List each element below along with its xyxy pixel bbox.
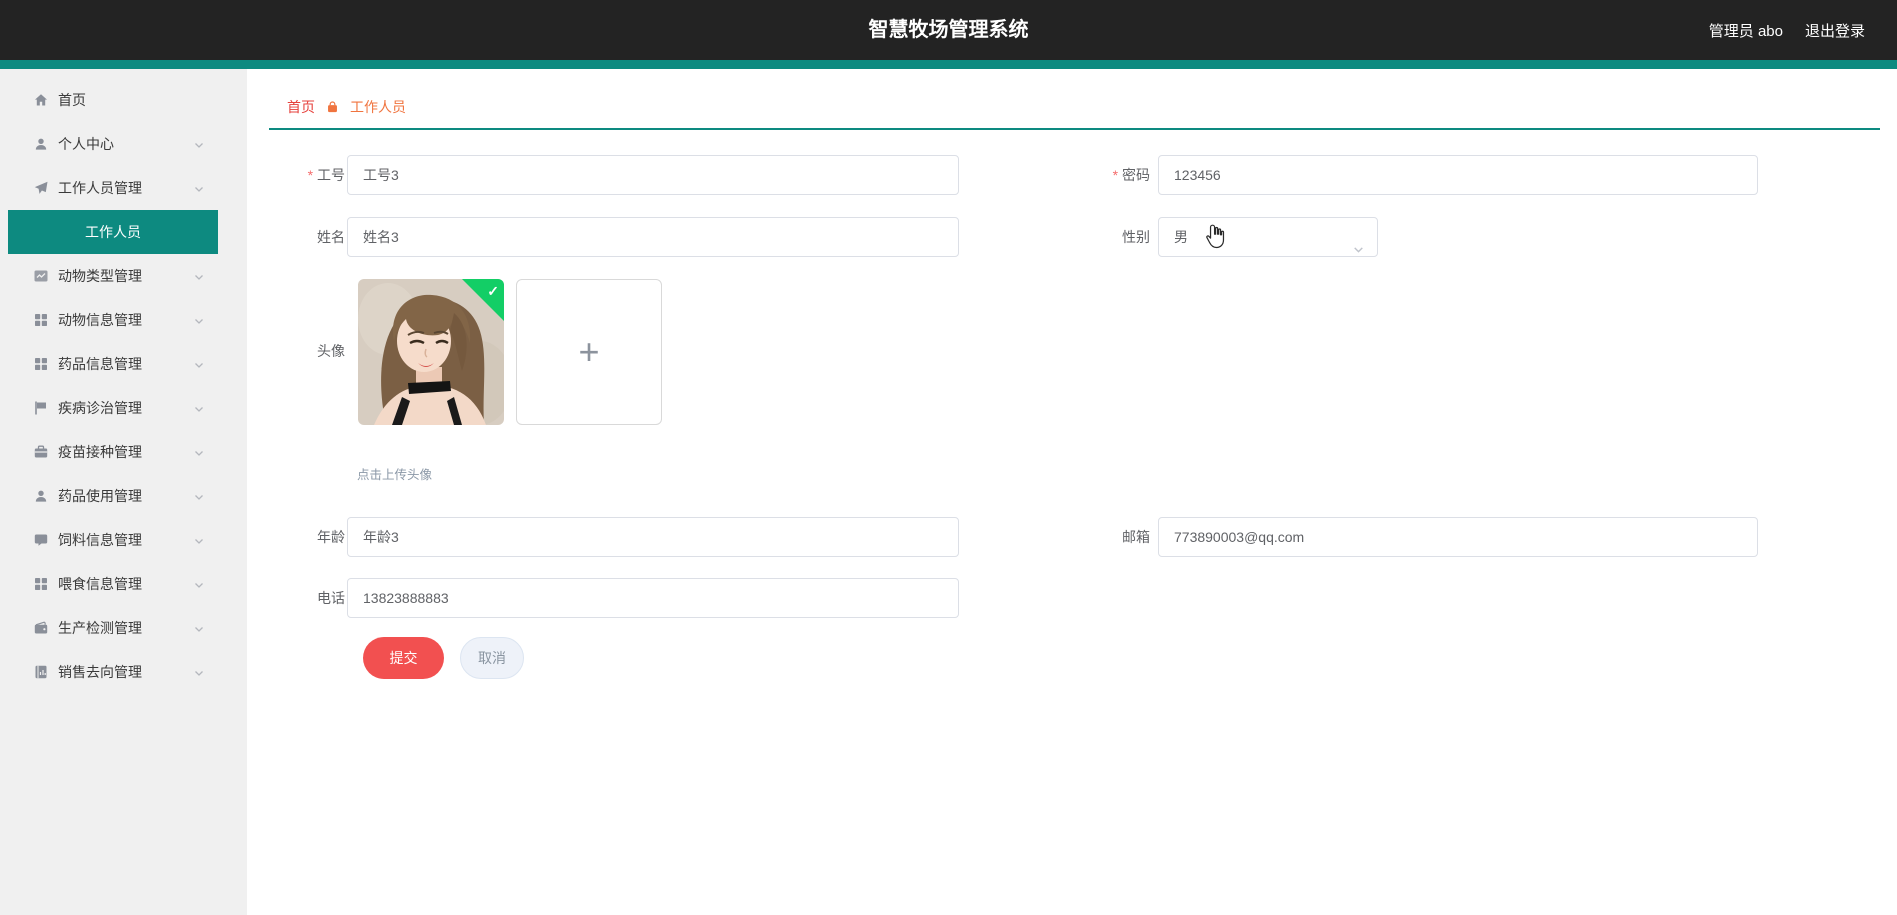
breadcrumb-current: 工作人员 — [350, 99, 406, 115]
check-icon: ✓ — [487, 283, 499, 299]
user-icon — [33, 136, 49, 152]
sidebar-item-home[interactable]: 首页 — [0, 78, 247, 122]
avatar-label: 头像 — [317, 343, 345, 359]
flag-icon — [33, 400, 49, 416]
app-title: 智慧牧场管理系统 — [868, 19, 1029, 41]
cancel-button[interactable]: 取消 — [460, 637, 524, 679]
suitcase-icon — [33, 444, 49, 460]
phone-field[interactable] — [347, 578, 959, 618]
email-label: 邮箱 — [1122, 529, 1150, 545]
breadcrumb: 首页 工作人员 — [287, 97, 406, 117]
admin-user-label: 管理员 abo — [1708, 22, 1783, 40]
sidebar-item-label: 疫苗接种管理 — [58, 444, 142, 460]
sidebar-item-label: 药品使用管理 — [58, 488, 142, 504]
logout-link[interactable]: 退出登录 — [1805, 20, 1865, 41]
chevron-down-icon — [193, 138, 205, 150]
send-icon — [33, 180, 49, 196]
sidebar-subitem-label: 工作人员 — [85, 224, 141, 240]
phone-label: 电话 — [317, 590, 345, 606]
breadcrumb-home-link[interactable]: 首页 — [287, 97, 315, 117]
sidebar-item-feeding-info[interactable]: 喂食信息管理 — [0, 562, 247, 606]
chevron-down-icon — [193, 314, 205, 326]
sidebar-item-disease-treatment[interactable]: 疾病诊治管理 — [0, 386, 247, 430]
chevron-down-icon — [193, 534, 205, 546]
sidebar-subitem-staff-active[interactable]: 工作人员 — [8, 210, 218, 254]
finance-icon — [33, 620, 49, 636]
employee-id-field[interactable] — [347, 155, 959, 195]
sidebar-item-sales-destination[interactable]: 销售去向管理 — [0, 650, 247, 694]
avatar-image[interactable]: ✓ — [358, 279, 504, 425]
grid-icon — [33, 312, 49, 328]
chevron-down-icon — [193, 490, 205, 502]
gender-select[interactable]: 男 — [1158, 217, 1378, 257]
trend-chart-icon — [33, 268, 49, 284]
sidebar-item-label: 个人中心 — [58, 136, 114, 152]
chevron-down-icon — [193, 402, 205, 414]
chevron-down-icon — [193, 578, 205, 590]
sidebar-item-medicine-usage[interactable]: 药品使用管理 — [0, 474, 247, 518]
gender-label: 性别 — [1122, 229, 1150, 245]
submit-button[interactable]: 提交 — [363, 637, 444, 679]
sidebar-item-label: 喂食信息管理 — [58, 576, 142, 592]
sidebar-item-personal-center[interactable]: 个人中心 — [0, 122, 247, 166]
sidebar-item-label: 动物信息管理 — [58, 312, 142, 328]
name-label: 姓名 — [317, 229, 345, 245]
sidebar-item-animal-info[interactable]: 动物信息管理 — [0, 298, 247, 342]
sidebar-item-vaccination[interactable]: 疫苗接种管理 — [0, 430, 247, 474]
home-icon — [33, 92, 49, 108]
breadcrumb-separator-bag-icon — [326, 101, 339, 114]
age-field[interactable] — [347, 517, 959, 557]
sidebar-item-label: 药品信息管理 — [58, 356, 142, 372]
chevron-down-icon — [193, 622, 205, 634]
chevron-down-icon — [193, 666, 205, 678]
user-solid-icon — [33, 488, 49, 504]
app-header: 智慧牧场管理系统 管理员 abo 退出登录 — [0, 0, 1897, 60]
chevron-down-icon — [193, 182, 205, 194]
chevron-down-icon — [1352, 232, 1365, 253]
notebook-icon — [33, 664, 49, 680]
password-field[interactable] — [1158, 155, 1758, 195]
sidebar-item-label: 首页 — [58, 92, 86, 108]
breadcrumb-underline — [269, 128, 1880, 130]
sidebar-item-label: 工作人员管理 — [58, 180, 142, 196]
sidebar-item-label: 销售去向管理 — [58, 664, 142, 680]
age-label: 年龄 — [317, 529, 345, 545]
sidebar-item-feed-info[interactable]: 饲料信息管理 — [0, 518, 247, 562]
password-label: 密码 — [1050, 155, 1150, 195]
name-field[interactable] — [347, 217, 959, 257]
sidebar-item-production-testing[interactable]: 生产检测管理 — [0, 606, 247, 650]
chevron-down-icon — [193, 446, 205, 458]
sidebar-item-medicine-info[interactable]: 药品信息管理 — [0, 342, 247, 386]
sidebar-item-animal-type[interactable]: 动物类型管理 — [0, 254, 247, 298]
sidebar-item-label: 动物类型管理 — [58, 268, 142, 284]
message-icon — [33, 532, 49, 548]
chevron-down-icon — [193, 270, 205, 282]
sidebar: 首页 个人中心 工作人员管理 工作人员 动物类型管理 动物信息管理 药品信息管理… — [0, 69, 247, 915]
avatar-upload-button[interactable]: + — [516, 279, 662, 425]
sidebar-item-label: 疾病诊治管理 — [58, 400, 142, 416]
email-field[interactable] — [1158, 517, 1758, 557]
sidebar-item-staff-management[interactable]: 工作人员管理 — [0, 166, 247, 210]
employee-id-label: 工号 — [245, 155, 345, 195]
sidebar-item-label: 生产检测管理 — [58, 620, 142, 636]
header-accent-strip — [0, 60, 1897, 69]
sidebar-item-label: 饲料信息管理 — [58, 532, 142, 548]
grid-icon — [33, 576, 49, 592]
grid-icon — [33, 356, 49, 372]
gender-selected-value: 男 — [1174, 229, 1188, 245]
chevron-down-icon — [193, 358, 205, 370]
plus-icon: + — [578, 331, 600, 372]
header-actions: 管理员 abo 退出登录 — [1709, 0, 1865, 60]
avatar-upload-hint[interactable]: 点击上传头像 — [357, 464, 432, 483]
